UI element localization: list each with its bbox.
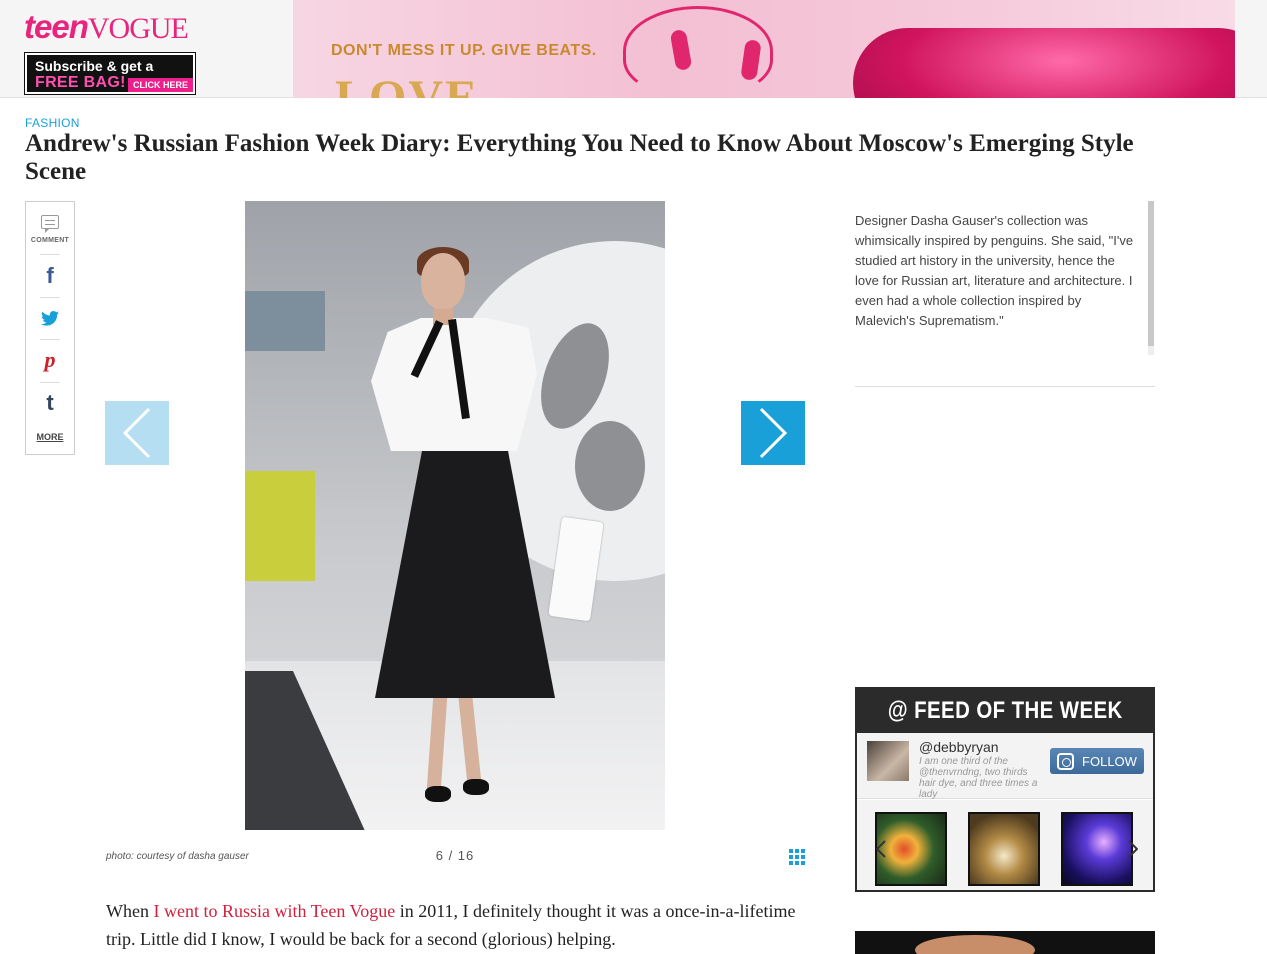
comment-button[interactable]: COMMENT: [26, 208, 74, 250]
slide-counter: 6 / 16: [435, 848, 475, 863]
feed-profile: @debbyryan I am one third of the @thenvr…: [857, 733, 1153, 800]
runway-slide-image[interactable]: [245, 201, 665, 830]
pinterest-icon: p: [44, 347, 56, 372]
thumbnail-grid-button[interactable]: [789, 849, 805, 865]
instagram-icon: [1057, 752, 1075, 770]
feed-next-button[interactable]: [1125, 836, 1141, 862]
caption-scrollbar[interactable]: [1148, 201, 1154, 355]
subscribe-promo-button[interactable]: Subscribe & get a FREE BAG! CLICK HERE: [24, 52, 196, 95]
caption-divider: [855, 386, 1155, 387]
feed-photo[interactable]: [1061, 812, 1133, 886]
logo-vogue-text: VOGUE: [87, 12, 189, 45]
grid-icon: [789, 849, 793, 853]
ad-love-text: LOVE: [335, 71, 480, 98]
site-header: teen VOGUE Subscribe & get a FREE BAG! C…: [0, 0, 1267, 98]
sidebar-ad[interactable]: [855, 931, 1155, 954]
subscribe-cta: CLICK HERE: [127, 78, 193, 92]
feed-handle[interactable]: @debbyryan: [919, 739, 999, 755]
next-slide-button[interactable]: [741, 401, 805, 465]
share-divider: [40, 297, 60, 298]
article-body-paragraph: When I went to Russia with Teen Vogue in…: [106, 897, 806, 953]
feed-bio: I am one third of the @thenvrndng, two t…: [919, 756, 1038, 800]
pinterest-share-button[interactable]: p: [26, 344, 74, 376]
chevron-right-icon: [1128, 840, 1138, 858]
subscribe-line-2: FREE BAG!: [35, 74, 126, 91]
facebook-share-button[interactable]: f: [26, 260, 74, 292]
avatar[interactable]: [867, 741, 909, 781]
share-divider: [40, 254, 60, 255]
ad-headline: DON'T MESS IT UP. GIVE BEATS.: [331, 42, 597, 59]
feed-photo-carousel: [857, 800, 1153, 890]
feed-title: @ FEED OF THE WEEK: [887, 697, 1123, 724]
chevron-left-icon: [122, 407, 151, 459]
more-label: MORE: [36, 432, 64, 442]
article-title: Andrew's Russian Fashion Week Diary: Eve…: [25, 130, 1134, 185]
beats-ad-banner[interactable]: DON'T MESS IT UP. GIVE BEATS. LOVE: [293, 0, 1235, 98]
tumblr-icon: t: [46, 390, 54, 415]
follow-label: FOLLOW: [1082, 753, 1137, 769]
feed-previous-button[interactable]: [873, 836, 889, 862]
feed-photo[interactable]: [968, 812, 1040, 886]
previous-slide-button[interactable]: [105, 401, 169, 465]
feed-of-the-week-widget: @ FEED OF THE WEEK @debbyryan I am one t…: [855, 687, 1155, 892]
facebook-icon: f: [46, 263, 54, 288]
russia-trip-link[interactable]: I went to Russia with Teen Vogue: [153, 901, 395, 921]
category-link[interactable]: FASHION: [25, 116, 80, 130]
share-divider: [40, 382, 60, 383]
speaker-graphic: [853, 28, 1235, 98]
twitter-icon: [41, 310, 59, 326]
teen-vogue-logo[interactable]: teen VOGUE: [24, 8, 189, 45]
subscribe-line-1: Subscribe & get a: [35, 58, 154, 74]
share-bar: COMMENT f p t MORE: [25, 201, 75, 455]
feed-header: @ FEED OF THE WEEK: [857, 689, 1153, 733]
comment-label: COMMENT: [30, 236, 70, 244]
chevron-left-icon: [876, 840, 886, 858]
logo-teen-text: teen: [24, 8, 89, 45]
body-text-before: When: [106, 901, 154, 921]
slide-caption: Designer Dasha Gauser's collection was w…: [855, 213, 1134, 328]
photo-credit: photo: courtesy of dasha gauser: [106, 851, 249, 862]
twitter-share-button[interactable]: [26, 302, 74, 334]
instagram-follow-button[interactable]: FOLLOW: [1050, 748, 1144, 774]
share-divider: [40, 339, 60, 340]
chevron-right-icon: [759, 407, 788, 459]
more-share-button[interactable]: MORE: [26, 428, 74, 446]
tumblr-share-button[interactable]: t: [26, 387, 74, 419]
comment-icon: [41, 214, 59, 233]
